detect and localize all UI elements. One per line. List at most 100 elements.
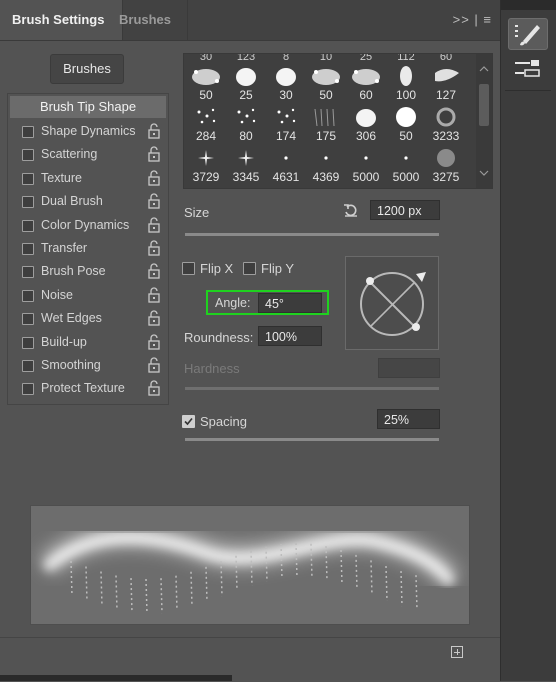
brush-tip-icon bbox=[276, 68, 296, 86]
roundness-field[interactable]: 100% bbox=[258, 326, 322, 346]
brush-preset[interactable]: 306 bbox=[347, 104, 385, 144]
grid-scroll-thumb[interactable] bbox=[479, 84, 489, 126]
brush-preset[interactable]: 50 bbox=[387, 104, 425, 144]
brush-preset[interactable]: 174 bbox=[267, 104, 305, 144]
option-row[interactable]: Protect Texture bbox=[8, 378, 168, 400]
lock-icon[interactable] bbox=[148, 240, 160, 256]
hardness-slider-track bbox=[185, 387, 439, 390]
hardness-label: Hardness bbox=[184, 361, 240, 376]
brush-tip-icon bbox=[437, 149, 455, 167]
brush-tip-icon bbox=[238, 150, 254, 166]
angle-roundness-widget[interactable] bbox=[345, 256, 439, 350]
option-row[interactable]: Noise bbox=[8, 285, 168, 307]
brush-preset[interactable]: 3729 bbox=[187, 145, 225, 185]
lock-icon[interactable] bbox=[148, 217, 160, 233]
brush-presets-dock-button[interactable] bbox=[508, 54, 546, 84]
option-checkbox[interactable] bbox=[22, 243, 34, 255]
option-checkbox[interactable] bbox=[22, 383, 34, 396]
lock-icon[interactable] bbox=[148, 310, 160, 326]
brush-preset[interactable]: 3345 bbox=[227, 145, 265, 185]
tab-brushes[interactable]: Brushes bbox=[107, 0, 188, 40]
option-checkbox[interactable] bbox=[22, 289, 34, 302]
brushes-button[interactable]: Brushes bbox=[50, 54, 124, 84]
tab-brush-settings[interactable]: Brush Settings bbox=[0, 0, 123, 40]
brush-preset[interactable]: 50 bbox=[307, 63, 345, 103]
size-field[interactable]: 1200 px bbox=[370, 200, 440, 220]
flip-y-checkbox[interactable] bbox=[243, 262, 256, 275]
option-row[interactable]: Build-up bbox=[8, 332, 168, 354]
option-row[interactable]: Shape Dynamics bbox=[8, 121, 168, 143]
brush-preset[interactable]: 127 bbox=[427, 63, 465, 103]
lock-icon[interactable] bbox=[148, 263, 160, 280]
option-checkbox[interactable] bbox=[22, 313, 34, 326]
create-new-brush-icon[interactable] bbox=[451, 646, 463, 658]
brush-preset[interactable]: 25 bbox=[227, 63, 265, 103]
brush-tip-icon bbox=[324, 156, 328, 160]
lock-icon[interactable] bbox=[148, 170, 160, 186]
brush-size-label: 30 bbox=[279, 88, 293, 102]
lock-icon[interactable] bbox=[148, 334, 160, 350]
check-icon bbox=[184, 417, 193, 426]
brush-preset[interactable]: 30 bbox=[267, 63, 305, 103]
brush-size-label: 284 bbox=[195, 129, 217, 143]
option-row[interactable]: Wet Edges bbox=[8, 308, 168, 330]
spacing-field[interactable]: 25% bbox=[377, 409, 440, 429]
size-label: Size bbox=[184, 205, 210, 220]
stroke-drip bbox=[220, 561, 223, 597]
brush-size-label: 50 bbox=[319, 88, 333, 102]
option-checkbox[interactable] bbox=[22, 196, 34, 209]
brush-preset[interactable]: 100 bbox=[387, 63, 425, 103]
option-checkbox[interactable] bbox=[22, 336, 34, 349]
spacing-checkbox[interactable] bbox=[182, 415, 195, 428]
horizontal-scrollbar[interactable] bbox=[0, 675, 232, 681]
option-checkbox[interactable] bbox=[22, 149, 34, 162]
brush-preset[interactable]: 175 bbox=[307, 104, 345, 144]
brush-preset[interactable]: 50 bbox=[187, 63, 225, 103]
option-row[interactable]: Transfer bbox=[8, 238, 168, 260]
brush-settings-dock-button[interactable] bbox=[508, 18, 548, 50]
brush-preset[interactable]: 4369 bbox=[307, 145, 345, 185]
reset-size-icon[interactable] bbox=[342, 201, 360, 219]
brush-preset[interactable]: 3275 bbox=[427, 145, 465, 185]
lock-icon[interactable] bbox=[148, 357, 160, 373]
flip-x-checkbox[interactable] bbox=[182, 262, 195, 275]
option-row[interactable]: Texture bbox=[8, 168, 168, 190]
panel-menu-icon[interactable]: >> | ≡ bbox=[453, 12, 492, 27]
angle-field[interactable]: 45° bbox=[258, 293, 322, 313]
option-row[interactable]: Color Dynamics bbox=[8, 215, 168, 237]
lock-icon[interactable] bbox=[148, 193, 160, 209]
brush-preset[interactable]: 4631 bbox=[267, 145, 305, 185]
lock-icon[interactable] bbox=[148, 123, 160, 139]
option-row[interactable]: Smoothing bbox=[8, 355, 168, 377]
option-row[interactable]: Scattering bbox=[8, 144, 168, 166]
stroke-drip bbox=[250, 550, 253, 586]
option-checkbox[interactable] bbox=[22, 126, 34, 138]
option-checkbox[interactable] bbox=[22, 266, 34, 279]
option-label: Transfer bbox=[41, 241, 88, 255]
spacing-label: Spacing bbox=[200, 414, 247, 429]
lock-icon[interactable] bbox=[148, 146, 160, 163]
lock-icon[interactable] bbox=[148, 380, 160, 397]
stroke-drip bbox=[70, 560, 73, 597]
stroke-drip bbox=[385, 565, 388, 601]
grid-scrollbar[interactable] bbox=[476, 54, 492, 188]
brush-preset[interactable]: 60 bbox=[347, 63, 385, 103]
brush-preset[interactable]: 5000 bbox=[347, 145, 385, 185]
spacing-slider-track[interactable] bbox=[185, 438, 439, 441]
option-brush-tip-shape[interactable]: Brush Tip Shape bbox=[10, 96, 166, 118]
option-checkbox[interactable] bbox=[22, 219, 34, 232]
option-row[interactable]: Brush Pose bbox=[8, 261, 168, 283]
option-checkbox[interactable] bbox=[22, 360, 34, 372]
size-slider-track[interactable] bbox=[185, 233, 439, 236]
stroke-drip bbox=[355, 554, 358, 590]
option-row[interactable]: Dual Brush bbox=[8, 191, 168, 213]
brush-preset[interactable]: 3233 bbox=[427, 104, 465, 144]
brush-stroke-preview bbox=[30, 505, 470, 625]
brush-preset[interactable]: 5000 bbox=[387, 145, 425, 185]
lock-icon[interactable] bbox=[148, 287, 160, 303]
brush-size-label: 8 bbox=[282, 53, 290, 63]
brush-preset[interactable]: 80 bbox=[227, 104, 265, 144]
option-checkbox[interactable] bbox=[22, 172, 34, 185]
brush-preset[interactable]: 284 bbox=[187, 104, 225, 144]
stroke-drip bbox=[370, 560, 373, 596]
